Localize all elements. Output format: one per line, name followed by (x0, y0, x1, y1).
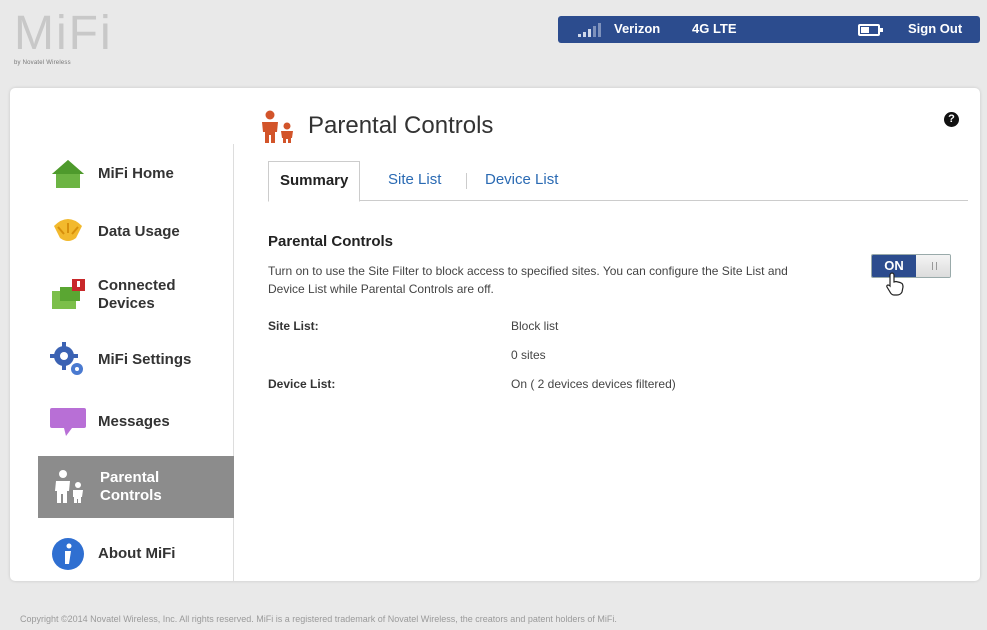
gear-icon (50, 342, 83, 375)
sidebar-item-label: MiFi Home (98, 165, 174, 182)
status-bar: Verizon 4G LTE Sign Out (558, 16, 980, 43)
mifi-logo: MiFi by Novatel Wireless (14, 8, 124, 70)
sidebar-item-label: Parental Controls (100, 469, 162, 505)
section-description: Turn on to use the Site Filter to block … (268, 264, 788, 296)
gauge-icon (54, 219, 82, 241)
sidebar-item-label: Connected Devices (98, 277, 176, 313)
page-title: Parental Controls (308, 112, 494, 139)
home-icon (52, 160, 84, 188)
sidebar-item-messages[interactable]: Messages (36, 392, 234, 452)
tab-device-list[interactable]: Device List (485, 161, 558, 201)
content-area: Parental Controls ? Summary Site List De… (258, 88, 973, 581)
footer-copyright: Copyright ©2014 Novatel Wireless, Inc. A… (20, 614, 617, 624)
sidebar-item-label: MiFi Settings (98, 351, 192, 368)
sidebar-item-mifi-settings[interactable]: MiFi Settings (36, 330, 234, 390)
site-count-value: 0 sites (511, 348, 546, 362)
device-list-label: Device List: (268, 377, 336, 391)
sidebar-item-parental-controls[interactable]: Parental Controls (38, 456, 234, 518)
logo-subtitle: by Novatel Wireless (14, 60, 71, 66)
tab-site-list[interactable]: Site List (388, 161, 441, 201)
main-panel: MiFi Home Data Usage Connected Devices M… (10, 88, 980, 581)
message-icon (50, 408, 86, 436)
hand-cursor-icon (886, 272, 904, 296)
parental-controls-icon (262, 110, 293, 143)
network-type: 4G LTE (692, 21, 737, 36)
sidebar-item-mifi-home[interactable]: MiFi Home (36, 144, 234, 204)
site-list-value: Block list (511, 319, 559, 333)
parental-icon (55, 470, 83, 503)
tab-separator (466, 173, 467, 189)
label-line-2: Controls (100, 487, 162, 504)
sidebar-item-about-mifi[interactable]: About MiFi (36, 524, 234, 584)
sidebar-item-data-usage[interactable]: Data Usage (36, 202, 234, 262)
info-icon (52, 538, 84, 570)
label-line-2: Devices (98, 295, 155, 312)
carrier-name: Verizon (614, 21, 661, 36)
header: MiFi by Novatel Wireless Verizon 4G LTE … (0, 0, 987, 88)
section-title: Parental Controls (268, 233, 394, 250)
sidebar-item-label: Data Usage (98, 223, 180, 240)
logo-text: MiFi (14, 7, 113, 60)
label-line-1: Parental (100, 469, 160, 486)
device-list-value: On ( 2 devices devices filtered) (511, 377, 676, 391)
site-list-label: Site List: (268, 319, 319, 333)
signal-strength-icon (578, 23, 608, 37)
sign-out-link[interactable]: Sign Out (908, 21, 962, 36)
label-line-1: Connected (98, 277, 176, 294)
sidebar-item-connected-devices[interactable]: Connected Devices (36, 260, 234, 330)
parental-controls-toggle[interactable]: ON (871, 254, 951, 278)
sidebar-item-label: About MiFi (98, 545, 176, 562)
tab-bar: Summary Site List Device List (268, 161, 968, 202)
battery-icon (858, 24, 883, 36)
toggle-handle (916, 255, 950, 277)
tab-summary[interactable]: Summary (268, 161, 361, 202)
sidebar-item-label: Messages (98, 413, 170, 430)
sidebar: MiFi Home Data Usage Connected Devices M… (36, 144, 234, 581)
help-icon[interactable]: ? (944, 112, 959, 127)
devices-icon (52, 279, 85, 309)
